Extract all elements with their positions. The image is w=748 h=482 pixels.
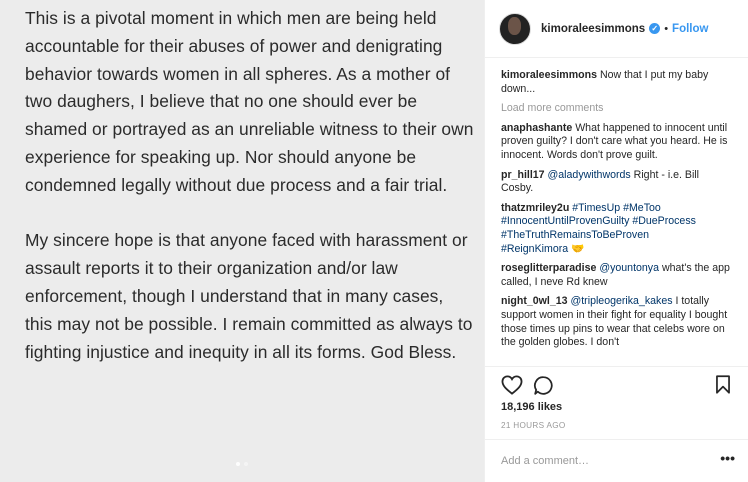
hashtag[interactable]: #ReignKimora bbox=[501, 243, 568, 255]
comment-username[interactable]: thatzmriley2u bbox=[501, 202, 569, 214]
avatar[interactable] bbox=[499, 12, 531, 45]
verified-icon: ✓ bbox=[649, 23, 661, 34]
post-paragraph: My sincere hope is that anyone faced wit… bbox=[25, 230, 473, 362]
bookmark-icon[interactable] bbox=[715, 375, 731, 394]
more-options-icon[interactable]: ••• bbox=[720, 450, 735, 466]
hashtag[interactable]: #InnocentUntilProvenGuilty bbox=[501, 215, 629, 227]
post-actions: 18,196 likes 21 HOURS AGO ••• bbox=[485, 366, 748, 479]
comment-username[interactable]: pr_hill17 bbox=[501, 169, 545, 181]
carousel-dot bbox=[244, 462, 248, 466]
load-more-comments-button[interactable]: Load more comments bbox=[501, 102, 733, 116]
header-username[interactable]: kimoraleesimmons bbox=[541, 23, 645, 35]
caption-username[interactable]: kimoraleesimmons bbox=[501, 69, 597, 81]
comment-mention[interactable]: @aladywithwords bbox=[548, 169, 631, 181]
post-paragraph: This is a pivotal moment in which men ar… bbox=[25, 8, 474, 195]
comment: anaphashante What happened to innocent u… bbox=[501, 122, 733, 163]
carousel-dot bbox=[236, 462, 240, 466]
hashtag[interactable]: #TheTruthRemainsToBeProven bbox=[501, 229, 649, 241]
add-comment-input[interactable] bbox=[501, 452, 701, 470]
post-sidebar: kimoraleesimmons ✓ • Follow kimoraleesim… bbox=[484, 0, 748, 482]
comment-icon[interactable] bbox=[533, 375, 554, 396]
add-comment-bar: ••• bbox=[485, 439, 748, 480]
comments-list[interactable]: kimoraleesimmons Now that I put my baby … bbox=[485, 58, 748, 366]
comment: night_0wl_13 @tripleogerika_kakes I tota… bbox=[501, 295, 733, 349]
handshake-emoji: 🤝 bbox=[571, 242, 585, 255]
comment: thatzmriley2u #TimesUp #MeToo #InnocentU… bbox=[501, 202, 733, 256]
comment-username[interactable]: anaphashante bbox=[501, 122, 572, 134]
hashtag[interactable]: #TimesUp bbox=[572, 202, 620, 214]
comment-username[interactable]: night_0wl_13 bbox=[501, 295, 568, 307]
comment-username[interactable]: roseglitterparadise bbox=[501, 262, 596, 274]
heart-icon[interactable] bbox=[501, 375, 523, 395]
follow-button[interactable]: Follow bbox=[672, 23, 708, 35]
post-image[interactable]: This is a pivotal moment in which men ar… bbox=[0, 0, 484, 482]
comment-mention[interactable]: @yountonya bbox=[599, 262, 659, 274]
action-icons bbox=[501, 375, 733, 397]
post-modal: This is a pivotal moment in which men ar… bbox=[0, 0, 748, 482]
carousel-dots bbox=[236, 462, 248, 466]
comment-mention[interactable]: @tripleogerika_kakes bbox=[570, 295, 672, 307]
post-statement: This is a pivotal moment in which men ar… bbox=[25, 5, 475, 394]
comment: roseglitterparadise @yountonya what's th… bbox=[501, 262, 733, 289]
hashtag[interactable]: #MeToo bbox=[623, 202, 661, 214]
likes-count[interactable]: 18,196 likes bbox=[501, 401, 562, 413]
hashtag[interactable]: #DueProcess bbox=[632, 215, 696, 227]
header-separator: • bbox=[664, 22, 669, 35]
comment: pr_hill17 @aladywithwords Right - i.e. B… bbox=[501, 169, 733, 196]
post-timestamp[interactable]: 21 HOURS AGO bbox=[501, 421, 566, 430]
caption: kimoraleesimmons Now that I put my baby … bbox=[501, 69, 733, 96]
post-header: kimoraleesimmons ✓ • Follow bbox=[485, 0, 748, 58]
